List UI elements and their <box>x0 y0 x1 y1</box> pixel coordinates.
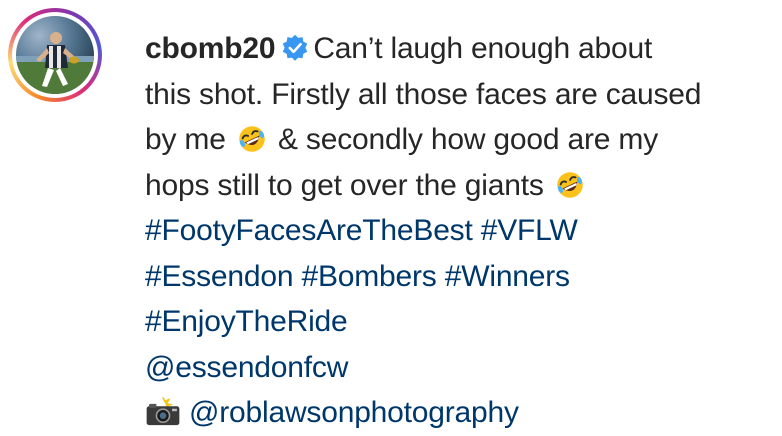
hashtag-line-3: #EnjoyTheRide <box>145 299 775 345</box>
photographer-mention-link[interactable]: @roblawsonphotography <box>189 396 519 429</box>
avatar-ring-gap <box>12 12 98 98</box>
hashtag-link[interactable]: #Essendon <box>145 260 294 293</box>
photo-credit-line: @roblawsonphotography <box>145 390 775 436</box>
football-player-image <box>16 32 94 94</box>
avatar-photo <box>16 16 94 94</box>
hashtag-link[interactable]: #EnjoyTheRide <box>145 305 348 338</box>
rolling-on-floor-laughing-emoji <box>557 171 583 198</box>
hashtag-line-1: #FootyFacesAreTheBest #VFLW <box>145 208 775 254</box>
post-caption: cbomb20 Can’t laugh enough about this sh… <box>145 26 775 436</box>
caption-text-3a: by me <box>145 123 226 156</box>
profile-avatar[interactable] <box>8 8 102 102</box>
verified-badge-icon <box>283 34 308 61</box>
mention-line: @essendonfcw <box>145 345 775 391</box>
caption-text-3b: & secondly how good are my <box>277 123 658 156</box>
mention-link[interactable]: @essendonfcw <box>145 351 348 384</box>
caption-line-1: cbomb20 Can’t laugh enough about <box>145 26 775 72</box>
caption-text-1: Can’t laugh enough about <box>313 32 653 65</box>
username-link[interactable]: cbomb20 <box>145 32 276 65</box>
caption-line-2: this shot. Firstly all those faces are c… <box>145 77 702 111</box>
hashtag-line-2: #Essendon #Bombers #Winners <box>145 254 775 300</box>
rolling-on-floor-laughing-emoji <box>239 126 265 152</box>
camera-with-flash-emoji <box>146 397 180 426</box>
caption-line-4: hops still to get over the giants <box>145 163 775 209</box>
hashtag-link[interactable]: #VFLW <box>481 214 578 247</box>
hashtag-link[interactable]: #FootyFacesAreTheBest <box>145 214 473 247</box>
hashtag-link[interactable]: #Winners <box>445 260 570 293</box>
caption-text-4: hops still to get over the giants <box>145 168 544 202</box>
caption-line-3: by me & secondly how good are my <box>145 117 775 163</box>
hashtag-link[interactable]: #Bombers <box>301 260 436 293</box>
